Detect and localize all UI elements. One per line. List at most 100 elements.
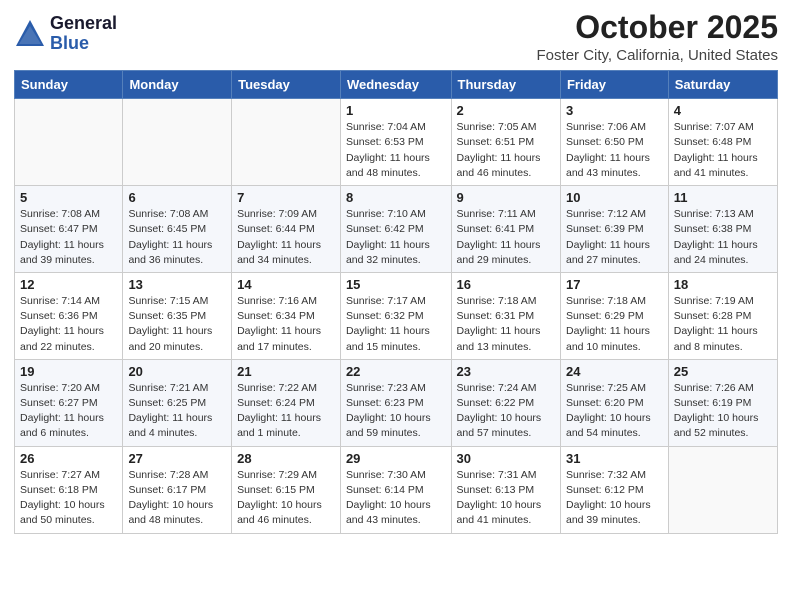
day-number: 31 [566,451,663,466]
day-number: 26 [20,451,117,466]
calendar-cell: 29 Sunrise: 7:30 AM Sunset: 6:14 PM Dayli… [340,446,451,533]
calendar-cell: 28 Sunrise: 7:29 AM Sunset: 6:15 PM Dayli… [232,446,341,533]
day-number: 14 [237,277,335,292]
col-header-thursday: Thursday [451,71,560,99]
day-info: Sunrise: 7:26 AM Sunset: 6:19 PM Dayligh… [674,381,772,442]
day-info: Sunrise: 7:13 AM Sunset: 6:38 PM Dayligh… [674,207,772,268]
day-info: Sunrise: 7:06 AM Sunset: 6:50 PM Dayligh… [566,120,663,181]
calendar-cell: 8 Sunrise: 7:10 AM Sunset: 6:42 PM Daylig… [340,186,451,273]
day-number: 4 [674,103,772,118]
day-info: Sunrise: 7:28 AM Sunset: 6:17 PM Dayligh… [128,468,226,529]
week-row-4: 19Sunrise: 7:20 AM Sunset: 6:27 PM Dayli… [15,359,778,446]
day-info: Sunrise: 7:08 AM Sunset: 6:45 PM Dayligh… [128,207,226,268]
calendar-cell: 12Sunrise: 7:14 AM Sunset: 6:36 PM Dayli… [15,272,123,359]
day-number: 17 [566,277,663,292]
col-header-friday: Friday [560,71,668,99]
calendar-cell: 19Sunrise: 7:20 AM Sunset: 6:27 PM Dayli… [15,359,123,446]
calendar-cell: 24Sunrise: 7:25 AM Sunset: 6:20 PM Dayli… [560,359,668,446]
day-info: Sunrise: 7:05 AM Sunset: 6:51 PM Dayligh… [457,120,555,181]
day-number: 8 [346,190,446,205]
day-number: 6 [128,190,226,205]
calendar-cell: 5 Sunrise: 7:08 AM Sunset: 6:47 PM Daylig… [15,186,123,273]
calendar-cell: 10Sunrise: 7:12 AM Sunset: 6:39 PM Dayli… [560,186,668,273]
week-row-2: 5 Sunrise: 7:08 AM Sunset: 6:47 PM Daylig… [15,186,778,273]
day-info: Sunrise: 7:09 AM Sunset: 6:44 PM Dayligh… [237,207,335,268]
calendar-cell: 13Sunrise: 7:15 AM Sunset: 6:35 PM Dayli… [123,272,232,359]
day-info: Sunrise: 7:29 AM Sunset: 6:15 PM Dayligh… [237,468,335,529]
day-info: Sunrise: 7:32 AM Sunset: 6:12 PM Dayligh… [566,468,663,529]
day-info: Sunrise: 7:16 AM Sunset: 6:34 PM Dayligh… [237,294,335,355]
day-info: Sunrise: 7:08 AM Sunset: 6:47 PM Dayligh… [20,207,117,268]
day-number: 29 [346,451,446,466]
calendar-cell: 18Sunrise: 7:19 AM Sunset: 6:28 PM Dayli… [668,272,777,359]
calendar-cell: 23Sunrise: 7:24 AM Sunset: 6:22 PM Dayli… [451,359,560,446]
calendar-cell [15,99,123,186]
day-number: 5 [20,190,117,205]
day-number: 2 [457,103,555,118]
week-row-1: 1Sunrise: 7:04 AM Sunset: 6:53 PM Daylig… [15,99,778,186]
calendar-cell: 26 Sunrise: 7:27 AM Sunset: 6:18 PM Dayli… [15,446,123,533]
day-number: 7 [237,190,335,205]
calendar-cell: 15 Sunrise: 7:17 AM Sunset: 6:32 PM Dayli… [340,272,451,359]
calendar-cell: 14 Sunrise: 7:16 AM Sunset: 6:34 PM Dayli… [232,272,341,359]
calendar-cell [668,446,777,533]
day-info: Sunrise: 7:30 AM Sunset: 6:14 PM Dayligh… [346,468,446,529]
title-block: October 2025 Foster City, California, Un… [537,10,778,64]
day-number: 23 [457,364,555,379]
day-info: Sunrise: 7:27 AM Sunset: 6:18 PM Dayligh… [20,468,117,529]
calendar-cell: 27 Sunrise: 7:28 AM Sunset: 6:17 PM Dayli… [123,446,232,533]
calendar-cell: 21 Sunrise: 7:22 AM Sunset: 6:24 PM Dayli… [232,359,341,446]
day-number: 21 [237,364,335,379]
day-number: 30 [457,451,555,466]
calendar-cell: 9 Sunrise: 7:11 AM Sunset: 6:41 PM Daylig… [451,186,560,273]
day-number: 11 [674,190,772,205]
day-number: 16 [457,277,555,292]
calendar-cell: 6 Sunrise: 7:08 AM Sunset: 6:45 PM Daylig… [123,186,232,273]
calendar-cell: 3Sunrise: 7:06 AM Sunset: 6:50 PM Daylig… [560,99,668,186]
week-row-3: 12Sunrise: 7:14 AM Sunset: 6:36 PM Dayli… [15,272,778,359]
location: Foster City, California, United States [537,47,778,64]
logo-blue: Blue [50,34,117,54]
calendar-cell: 30Sunrise: 7:31 AM Sunset: 6:13 PM Dayli… [451,446,560,533]
calendar-cell: 17 Sunrise: 7:18 AM Sunset: 6:29 PM Dayli… [560,272,668,359]
calendar-cell: 31 Sunrise: 7:32 AM Sunset: 6:12 PM Dayli… [560,446,668,533]
day-number: 18 [674,277,772,292]
day-info: Sunrise: 7:18 AM Sunset: 6:29 PM Dayligh… [566,294,663,355]
day-info: Sunrise: 7:21 AM Sunset: 6:25 PM Dayligh… [128,381,226,442]
day-number: 22 [346,364,446,379]
day-info: Sunrise: 7:04 AM Sunset: 6:53 PM Dayligh… [346,120,446,181]
calendar: SundayMondayTuesdayWednesdayThursdayFrid… [14,70,778,533]
day-number: 20 [128,364,226,379]
day-info: Sunrise: 7:10 AM Sunset: 6:42 PM Dayligh… [346,207,446,268]
logo-general: General [50,14,117,34]
calendar-cell [123,99,232,186]
day-info: Sunrise: 7:25 AM Sunset: 6:20 PM Dayligh… [566,381,663,442]
month-title: October 2025 [537,10,778,45]
day-info: Sunrise: 7:17 AM Sunset: 6:32 PM Dayligh… [346,294,446,355]
day-info: Sunrise: 7:18 AM Sunset: 6:31 PM Dayligh… [457,294,555,355]
day-info: Sunrise: 7:11 AM Sunset: 6:41 PM Dayligh… [457,207,555,268]
day-info: Sunrise: 7:23 AM Sunset: 6:23 PM Dayligh… [346,381,446,442]
header: General Blue October 2025 Foster City, C… [14,10,778,64]
col-header-saturday: Saturday [668,71,777,99]
day-number: 28 [237,451,335,466]
col-header-wednesday: Wednesday [340,71,451,99]
calendar-cell [232,99,341,186]
day-number: 9 [457,190,555,205]
calendar-cell: 7 Sunrise: 7:09 AM Sunset: 6:44 PM Daylig… [232,186,341,273]
day-number: 15 [346,277,446,292]
day-number: 10 [566,190,663,205]
logo-icon [14,18,46,50]
calendar-cell: 1Sunrise: 7:04 AM Sunset: 6:53 PM Daylig… [340,99,451,186]
day-number: 25 [674,364,772,379]
col-header-tuesday: Tuesday [232,71,341,99]
day-info: Sunrise: 7:07 AM Sunset: 6:48 PM Dayligh… [674,120,772,181]
calendar-cell: 11 Sunrise: 7:13 AM Sunset: 6:38 PM Dayli… [668,186,777,273]
day-info: Sunrise: 7:22 AM Sunset: 6:24 PM Dayligh… [237,381,335,442]
day-number: 27 [128,451,226,466]
calendar-cell: 16 Sunrise: 7:18 AM Sunset: 6:31 PM Dayli… [451,272,560,359]
day-number: 12 [20,277,117,292]
calendar-cell: 2 Sunrise: 7:05 AM Sunset: 6:51 PM Daylig… [451,99,560,186]
header-row: SundayMondayTuesdayWednesdayThursdayFrid… [15,71,778,99]
logo-text: General Blue [50,14,117,54]
